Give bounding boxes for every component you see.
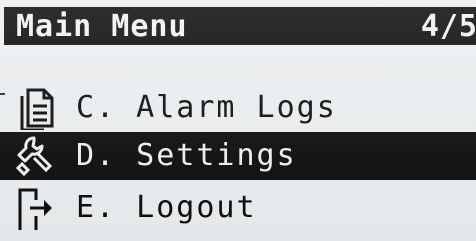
logout-door-icon (18, 188, 52, 230)
menu-item-label: D. Settings (76, 138, 297, 173)
menu-item-settings[interactable]: D. Settings (0, 132, 476, 180)
menu-item-logout[interactable]: E. Logout (0, 184, 476, 232)
page-indicator: 4/5 (420, 9, 476, 44)
menu-item-alarm-logs[interactable]: C. Alarm Logs (0, 84, 476, 132)
document-icon (20, 88, 54, 130)
menu-item-label: E. Logout (76, 190, 257, 225)
lcd-screen: Main Menu 4/5 C. Alarm Logs D. Settings (0, 0, 476, 241)
menu-title-bar: Main Menu 4/5 (4, 7, 476, 45)
menu-item-label: C. Alarm Logs (76, 90, 337, 125)
wrench-icon (15, 136, 53, 177)
menu-title: Main Menu (16, 9, 188, 44)
